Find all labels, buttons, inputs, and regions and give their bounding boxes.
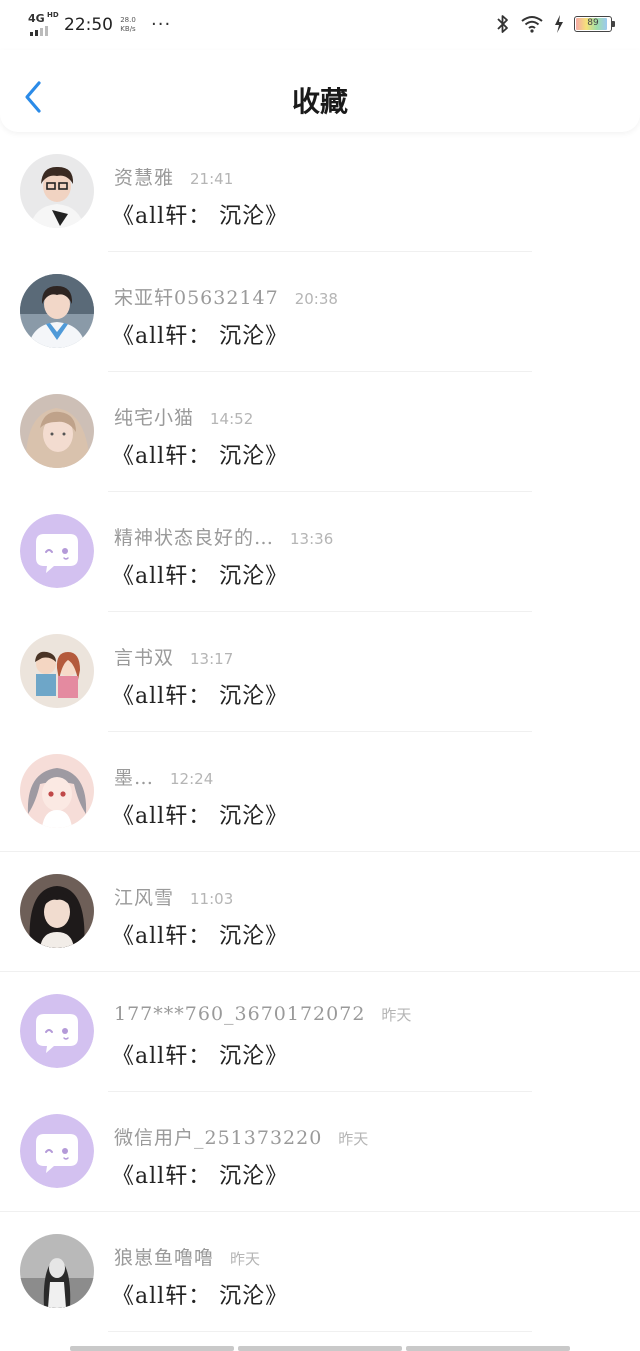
book-title[interactable]: 《all轩： 沉沦》 [112, 1038, 288, 1070]
battery-icon: 89 [574, 16, 615, 32]
timestamp: 11:03 [190, 890, 234, 908]
book-title[interactable]: 《all轩： 沉沦》 [112, 318, 288, 350]
avatar[interactable] [20, 274, 94, 348]
avatar[interactable] [20, 874, 94, 948]
book-title[interactable]: 《all轩： 沉沦》 [112, 1278, 288, 1310]
status-time: 22:50 [64, 15, 113, 35]
list-item[interactable]: 言书双 13:17 《all轩： 沉沦》 [0, 612, 640, 732]
charging-icon [555, 15, 563, 33]
list-item[interactable]: 狼崽鱼噜噜 昨天 《all轩： 沉沦》 [0, 1212, 640, 1332]
timestamp: 14:52 [210, 410, 254, 428]
book-title[interactable]: 《all轩： 沉沦》 [112, 438, 288, 470]
list-item[interactable]: 资慧雅 21:41 《all轩： 沉沦》 [0, 132, 640, 252]
status-bar: 4G HD 22:50 28.0 KB/s ··· 89 [0, 0, 640, 50]
timestamp: 12:24 [170, 770, 214, 788]
network-type: 4G [28, 12, 45, 25]
book-title[interactable]: 《all轩： 沉沦》 [112, 198, 288, 230]
timestamp: 20:38 [294, 290, 338, 308]
timestamp: 昨天 [381, 1006, 412, 1024]
timestamp: 13:17 [190, 650, 234, 668]
wifi-icon [521, 16, 543, 33]
avatar-photo [20, 874, 94, 948]
avatar[interactable] [20, 394, 94, 468]
list-item[interactable]: 精神状态良好的… 13:36 《all轩： 沉沦》 [0, 492, 640, 612]
avatar[interactable] [20, 994, 94, 1068]
user-name: 微信用户_251373220 [114, 1127, 323, 1149]
list-item[interactable]: 微信用户_251373220 昨天 《all轩： 沉沦》 [0, 1092, 640, 1212]
user-name: 江风雪 [114, 887, 175, 909]
page-title: 收藏 [291, 85, 348, 118]
list-item[interactable]: 宋亚轩05632147 20:38 《all轩： 沉沦》 [0, 252, 640, 372]
battery-level: 89 [587, 18, 599, 28]
default-avatar-icon [20, 1114, 94, 1188]
favorites-list: 资慧雅 21:41 《all轩： 沉沦》 宋亚轩05632147 20:38 《… [0, 132, 640, 1332]
avatar-photo [20, 274, 94, 348]
avatar-cartoon [20, 634, 94, 708]
timestamp: 13:36 [290, 530, 334, 548]
list-item[interactable]: 江风雪 11:03 《all轩： 沉沦》 [0, 852, 640, 972]
speed-unit: KB/s [120, 25, 136, 33]
user-name: 狼崽鱼噜噜 [114, 1247, 215, 1269]
book-title[interactable]: 《all轩： 沉沦》 [112, 798, 288, 830]
book-title[interactable]: 《all轩： 沉沦》 [112, 918, 288, 950]
network-hd: HD [47, 11, 59, 19]
default-avatar-icon [20, 514, 94, 588]
scroll-indicator [70, 1346, 570, 1351]
cellular-signal-icon: 4G HD [28, 11, 60, 38]
default-avatar-icon [20, 994, 94, 1068]
list-item[interactable]: 177***760_3670172072 昨天 《all轩： 沉沦》 [0, 972, 640, 1092]
avatar[interactable] [20, 1114, 94, 1188]
network-speed: 28.0 KB/s [119, 16, 137, 34]
user-name: 宋亚轩05632147 [114, 287, 279, 309]
list-item[interactable]: 墨… 12:24 《all轩： 沉沦》 [0, 732, 640, 852]
user-name: 纯宅小猫 [114, 407, 195, 429]
avatar[interactable] [20, 514, 94, 588]
timestamp: 21:41 [190, 170, 234, 188]
app-header: 收藏 [0, 50, 640, 132]
user-name: 资慧雅 [114, 167, 175, 189]
avatar[interactable] [20, 1234, 94, 1308]
more-notifications-icon: ··· [151, 14, 172, 35]
user-name: 言书双 [114, 647, 175, 669]
speed-value: 28.0 [120, 16, 136, 24]
book-title[interactable]: 《all轩： 沉沦》 [112, 1158, 288, 1190]
bluetooth-icon [497, 15, 508, 33]
avatar[interactable] [20, 154, 94, 228]
list-item[interactable]: 纯宅小猫 14:52 《all轩： 沉沦》 [0, 372, 640, 492]
user-name: 墨… [114, 767, 155, 789]
avatar-photo [20, 154, 94, 228]
avatar[interactable] [20, 754, 94, 828]
timestamp: 昨天 [230, 1250, 261, 1268]
avatar[interactable] [20, 634, 94, 708]
book-title[interactable]: 《all轩： 沉沦》 [112, 558, 288, 590]
user-name: 177***760_3670172072 [114, 1003, 366, 1025]
book-title[interactable]: 《all轩： 沉沦》 [112, 678, 288, 710]
user-name: 精神状态良好的… [114, 527, 275, 549]
timestamp: 昨天 [338, 1130, 369, 1148]
avatar-photo [20, 1234, 94, 1308]
avatar-anime [20, 754, 94, 828]
avatar-photo [20, 394, 94, 468]
divider [108, 1331, 532, 1332]
